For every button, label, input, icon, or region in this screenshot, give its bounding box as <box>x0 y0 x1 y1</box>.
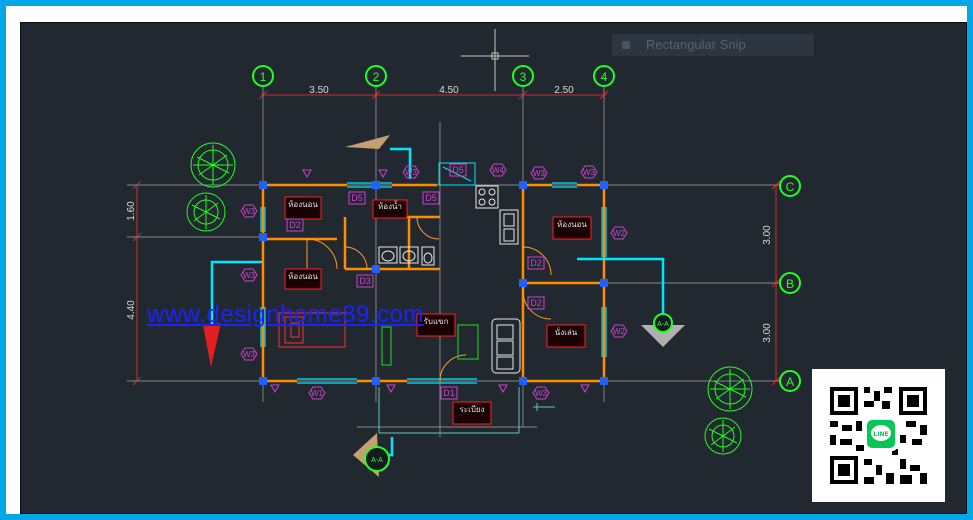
room-label: ห้องนอน <box>557 220 587 229</box>
window-tag-label: W3 <box>533 169 546 178</box>
bathroom-fixtures <box>378 246 435 266</box>
door-tag-label: D5 <box>351 193 363 203</box>
door-tag-label: D5 <box>452 165 464 175</box>
section-label: A-A <box>657 321 669 328</box>
window-tag-label: W2 <box>613 229 626 238</box>
dim-col-1-2: 3.50 <box>309 85 329 96</box>
room-label: ระเบียง <box>460 405 485 414</box>
snip-label: Rectangular Snip <box>646 37 746 52</box>
room-label: ห้องน้ำ <box>378 200 402 211</box>
room-label: นั่งเล่น <box>555 326 578 337</box>
qr-code-icon: LINE <box>812 369 945 502</box>
door-swings <box>306 216 552 382</box>
room-label: รับแขก <box>424 317 449 326</box>
door-tag-label: D5 <box>425 193 437 203</box>
qr-badge-label: LINE <box>873 431 888 438</box>
door-tag-label: D2 <box>289 220 301 230</box>
grid-label-b: B <box>786 277 794 291</box>
window-tag-label: W4 <box>492 166 505 175</box>
tree-icon <box>707 366 753 412</box>
kitchen-fixtures <box>475 185 519 245</box>
window-tag-label: W3 <box>243 207 256 216</box>
website-watermark[interactable]: www.designhome89.com <box>147 301 424 329</box>
grid-label-a: A <box>786 375 794 389</box>
grid-label-c: C <box>786 180 795 194</box>
dim-left-2: 4.40 <box>126 300 137 320</box>
grid-label-3: 3 <box>520 70 527 84</box>
door-tag-label: D2 <box>530 258 542 268</box>
dim-col-3-4: 2.50 <box>554 85 574 96</box>
dim-col-2-3: 4.50 <box>439 85 459 96</box>
dim-right-2: 3.00 <box>762 323 773 343</box>
grid-label-2: 2 <box>373 70 380 84</box>
door-tag-label: D2 <box>530 298 542 308</box>
grid-label-4: 4 <box>601 70 608 84</box>
door-tag-label: D3 <box>359 276 371 286</box>
window-tag-label: W1 <box>311 389 324 398</box>
snip-icon <box>622 41 630 49</box>
window-tag-label: W2 <box>613 327 626 336</box>
room-label: ห้องนอน <box>288 272 318 281</box>
screen-frame: 3.50 4.50 2.50 1.60 4.40 3.00 3.00 1 2 3… <box>0 0 973 520</box>
sofa-icon <box>491 318 521 374</box>
qr-code: LINE <box>812 369 945 502</box>
window-tag-label: W3 <box>243 271 256 280</box>
dimension-lines <box>132 90 781 386</box>
room-label: ห้องนอน <box>288 200 318 209</box>
dim-right-1: 3.00 <box>762 225 773 245</box>
section-label: A-A <box>371 457 383 464</box>
dim-left-1: 1.60 <box>126 201 137 221</box>
window-tag-label: W3 <box>583 168 596 177</box>
rectangular-snip-tooltip[interactable]: Rectangular Snip <box>612 34 814 56</box>
tree-icon <box>704 417 742 455</box>
tree-icon <box>186 192 226 232</box>
tree-icon <box>190 142 236 188</box>
window-tag-label: W3 <box>535 389 548 398</box>
grid-label-1: 1 <box>260 70 267 84</box>
door-tag-label: D1 <box>443 388 455 398</box>
window-tag-label: W3 <box>243 350 256 359</box>
window-tag-label: W3 <box>405 168 418 177</box>
